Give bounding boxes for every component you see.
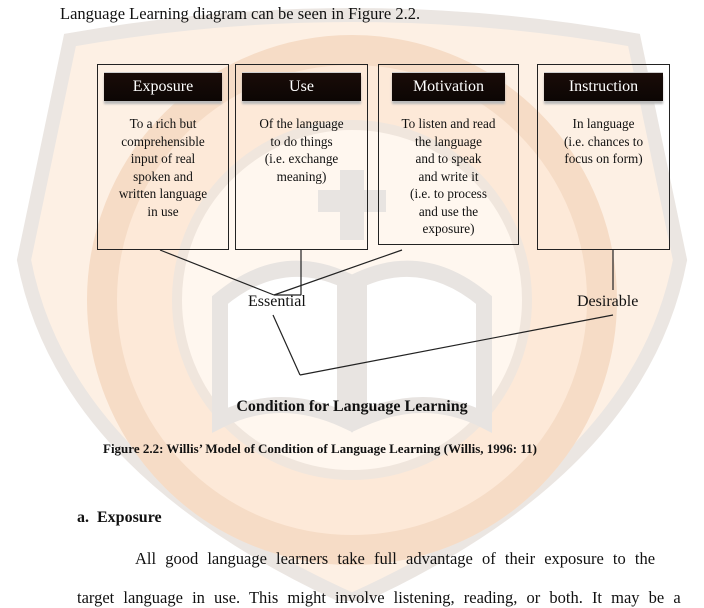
connector-exposure	[159, 249, 275, 296]
label-desirable: Desirable	[577, 293, 639, 310]
diagram-title: Condition for Language Learning	[236, 398, 468, 415]
label-essential: Essential	[248, 293, 306, 310]
figure-caption: Figure 2.2: Willis’ Model of Condition o…	[103, 441, 537, 456]
paragraph-line-2: target language in use. This might invol…	[77, 588, 681, 607]
connector-motivation	[273, 249, 403, 296]
connector-to-desirable	[299, 314, 614, 376]
section-heading: a. Exposure	[77, 509, 162, 526]
connector-essential-down	[272, 314, 301, 376]
paragraph-line-1: All good language learners take full adv…	[135, 549, 656, 568]
